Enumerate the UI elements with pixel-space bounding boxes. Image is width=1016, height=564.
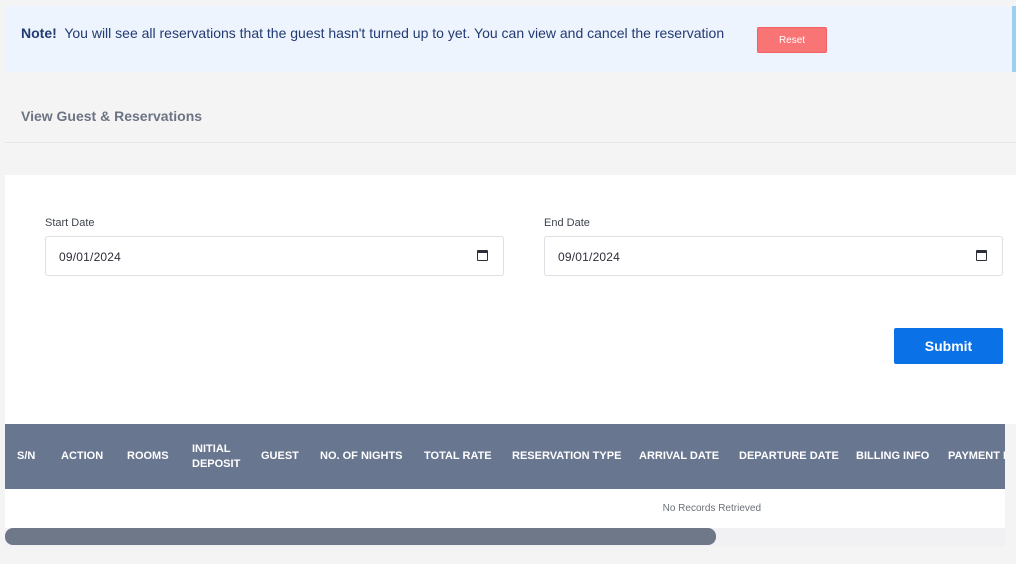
column-header-action[interactable]: ACTION: [61, 424, 103, 489]
divider: [5, 142, 1016, 143]
column-header-arrival-date[interactable]: ARRIVAL DATE: [639, 424, 719, 489]
horizontal-scrollbar[interactable]: [5, 528, 1005, 546]
table-header: S/N ACTION ROOMS INITIAL DEPOSIT GUEST N…: [5, 424, 1005, 489]
end-date-label: End Date: [544, 217, 590, 229]
column-header-billing-info[interactable]: BILLING INFO: [856, 424, 929, 489]
column-header-rooms[interactable]: ROOMS: [127, 424, 169, 489]
note-message: You will see all reservations that the g…: [64, 25, 725, 41]
end-date-value: 09/01/2024: [558, 250, 621, 264]
column-header-total-rate[interactable]: TOTAL RATE: [424, 424, 492, 489]
column-header-departure-date[interactable]: DEPARTURE DATE: [739, 424, 839, 489]
start-date-label: Start Date: [45, 217, 95, 229]
page-title: View Guest & Reservations: [21, 108, 203, 124]
column-header-nights[interactable]: NO. OF NIGHTS: [320, 424, 403, 489]
scrollbar-thumb[interactable]: [5, 528, 716, 545]
reservations-table: S/N ACTION ROOMS INITIAL DEPOSIT GUEST N…: [5, 424, 1005, 546]
note-label: Note!: [21, 25, 57, 41]
column-header-reservation-type[interactable]: RESERVATION TYPE: [512, 424, 621, 489]
calendar-icon[interactable]: [477, 250, 488, 261]
reset-button[interactable]: Reset: [757, 27, 827, 53]
start-date-input[interactable]: 09/01/2024: [45, 236, 504, 276]
date-filter-form: Start Date 09/01/2024 End Date 09/01/202…: [5, 175, 1016, 424]
calendar-icon[interactable]: [976, 250, 987, 261]
column-header-initial-deposit[interactable]: INITIAL DEPOSIT: [192, 424, 240, 489]
submit-button[interactable]: Submit: [894, 328, 1003, 364]
note-banner: Note! You will see all reservations that…: [5, 6, 1016, 72]
column-header-payment-method[interactable]: PAYMENT METHOD: [948, 424, 1005, 489]
column-header-sn[interactable]: S/N: [17, 424, 35, 489]
start-date-value: 09/01/2024: [59, 250, 122, 264]
end-date-input[interactable]: 09/01/2024: [544, 236, 1003, 276]
empty-message: No Records Retrieved: [662, 503, 761, 514]
column-header-guest[interactable]: GUEST: [261, 424, 299, 489]
note-text: Note! You will see all reservations that…: [21, 25, 724, 41]
